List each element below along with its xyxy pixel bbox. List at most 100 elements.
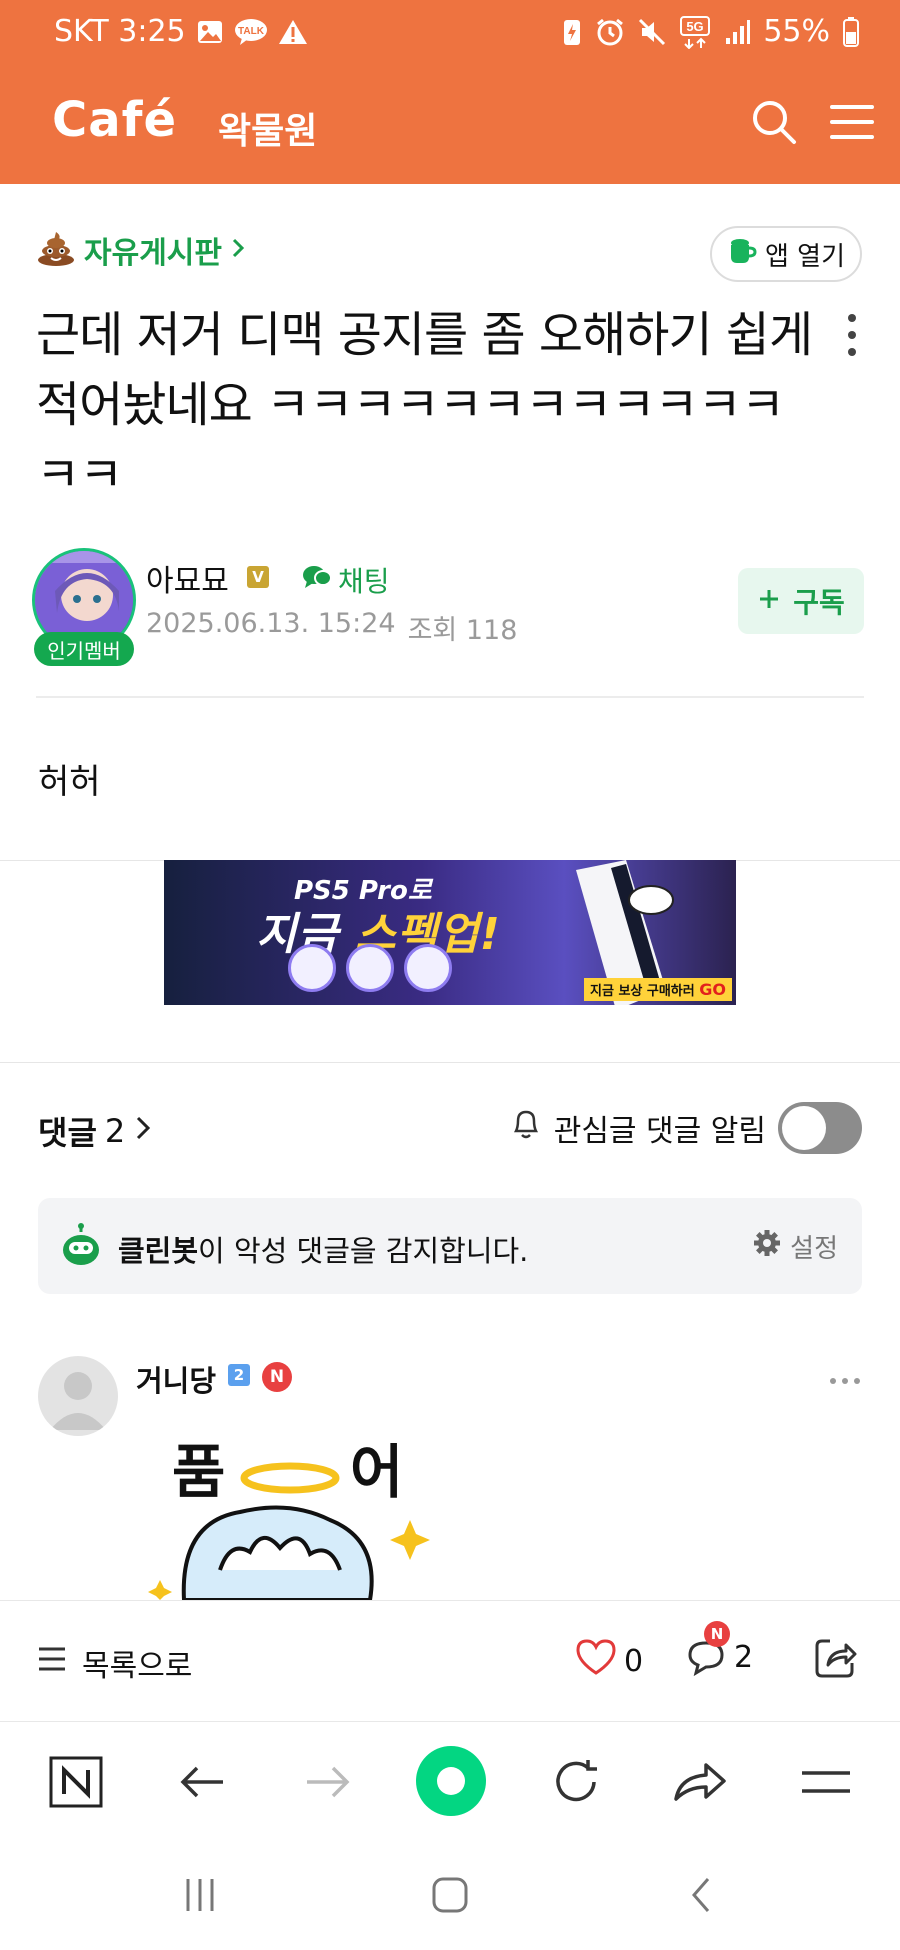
naver-green-dot-button[interactable] bbox=[414, 1744, 488, 1818]
svg-text:TALK: TALK bbox=[238, 26, 265, 37]
search-icon bbox=[753, 101, 796, 144]
cafe-name[interactable]: 왁물원 bbox=[218, 102, 317, 154]
bell-icon bbox=[510, 1107, 542, 1149]
status-bar: SKT 3:25 TALK 5G 55% bbox=[0, 0, 900, 70]
svg-text:5G: 5G bbox=[687, 19, 704, 34]
battery-icon bbox=[842, 16, 860, 48]
like-count: 0 bbox=[624, 1643, 644, 1679]
section-gap bbox=[0, 1005, 900, 1063]
banner-feature-icon bbox=[346, 944, 394, 992]
share-page-button[interactable] bbox=[668, 1750, 732, 1814]
comment-notify-row: 관심글 댓글 알림 bbox=[510, 1102, 862, 1154]
author-level-badge: V bbox=[247, 566, 269, 588]
ad-banner[interactable]: PS5 Pro로 지금 스펙업! 지금 보상 구매하러 GO bbox=[164, 860, 736, 1005]
chevron-right-icon bbox=[230, 236, 246, 264]
home-button[interactable] bbox=[420, 1870, 480, 1920]
chevron-left-icon bbox=[692, 1878, 710, 1912]
talk-icon: TALK bbox=[234, 18, 268, 46]
recents-icon bbox=[186, 1879, 214, 1911]
board-link[interactable]: 자유게시판 bbox=[36, 228, 246, 272]
naver-n-icon bbox=[49, 1756, 103, 1808]
arrow-right-icon bbox=[307, 1766, 350, 1798]
refresh-button[interactable] bbox=[544, 1750, 608, 1814]
comment-bubble-icon: N bbox=[684, 1621, 730, 1677]
cleanbot-settings-button[interactable]: 설정 bbox=[752, 1228, 838, 1265]
plus-icon bbox=[757, 585, 781, 618]
forward-share-icon bbox=[674, 1763, 726, 1801]
comment-button[interactable]: N 2 bbox=[684, 1621, 754, 1677]
post-body: 허허 bbox=[38, 762, 101, 802]
cleanbot-notice: 클린봇이 악성 댓글을 감지합니다. 설정 bbox=[38, 1198, 862, 1294]
cleanbot-icon bbox=[60, 1222, 102, 1272]
back-to-list-button[interactable]: 목록으로 bbox=[36, 1641, 192, 1685]
comment-new-badge: N bbox=[704, 1621, 730, 1647]
banner-feature-icon bbox=[288, 944, 336, 992]
subscribe-button[interactable]: 구독 bbox=[738, 568, 864, 634]
status-right: 5G 55% bbox=[561, 14, 860, 49]
home-icon bbox=[432, 1877, 468, 1913]
heart-icon bbox=[574, 1637, 618, 1685]
chat-bubble-icon bbox=[302, 564, 332, 597]
chat-button[interactable]: 채팅 bbox=[302, 560, 390, 600]
network-5g-icon: 5G bbox=[679, 15, 713, 49]
arrow-left-icon bbox=[180, 1766, 223, 1798]
cafe-logo[interactable]: Café bbox=[52, 92, 177, 148]
subscribe-label: 구독 bbox=[793, 586, 845, 619]
alarm-icon bbox=[595, 17, 625, 47]
post-title: 근데 저거 디맥 공지를 좀 오해하기 쉽게 적어놨네요 ㅋㅋㅋㅋㅋㅋㅋㅋㅋㅋㅋ… bbox=[36, 307, 813, 503]
cleanbot-text: 클린봇이 악성 댓글을 감지합니다. bbox=[118, 1234, 529, 1268]
banner-controller-icon bbox=[404, 944, 452, 992]
gallery-icon bbox=[196, 19, 224, 45]
naver-home-button[interactable] bbox=[44, 1750, 108, 1814]
status-left: SKT 3:25 TALK bbox=[54, 14, 308, 49]
share-icon bbox=[815, 1639, 857, 1678]
banner-cta[interactable]: 지금 보상 구매하러 GO bbox=[584, 978, 732, 1001]
browser-toolbar bbox=[0, 1722, 900, 1840]
open-app-label: 앱 열기 bbox=[764, 241, 846, 272]
divider bbox=[36, 696, 864, 698]
list-icon bbox=[36, 1645, 68, 1681]
commenter-name[interactable]: 거니당 bbox=[136, 1358, 216, 1400]
post-date: 2025.06.13. 15:24 bbox=[146, 608, 396, 639]
more-options-button[interactable] bbox=[840, 310, 864, 360]
new-badge: N bbox=[262, 1362, 292, 1392]
commenter-avatar[interactable] bbox=[38, 1356, 118, 1436]
battery-saver-icon bbox=[561, 17, 583, 47]
post-views: 조회 118 bbox=[407, 615, 518, 646]
comment-sticker: 품 어 bbox=[140, 1430, 450, 1600]
system-back-button[interactable] bbox=[672, 1870, 732, 1920]
browser-menu-button[interactable] bbox=[794, 1750, 858, 1814]
poop-icon bbox=[36, 230, 76, 270]
chat-label: 채팅 bbox=[338, 565, 390, 598]
recent-apps-button[interactable] bbox=[170, 1870, 230, 1920]
comments-title: 댓글 bbox=[38, 1114, 97, 1152]
search-button[interactable] bbox=[744, 92, 804, 152]
forward-button[interactable] bbox=[296, 1750, 360, 1814]
settings-label: 설정 bbox=[790, 1234, 838, 1264]
svg-text:어: 어 bbox=[350, 1438, 403, 1506]
author-name[interactable]: 아묘묘 bbox=[146, 556, 229, 600]
post-action-bar: 목록으로 0 N 2 bbox=[0, 1600, 900, 1722]
svg-text:품: 품 bbox=[172, 1438, 225, 1506]
like-button[interactable]: 0 bbox=[574, 1637, 643, 1685]
mute-icon bbox=[637, 17, 667, 47]
comment-notify-toggle[interactable] bbox=[778, 1102, 862, 1154]
gear-icon bbox=[752, 1228, 782, 1265]
list-label: 목록으로 bbox=[82, 1649, 193, 1684]
refresh-icon bbox=[556, 1760, 597, 1802]
open-app-button[interactable]: 앱 열기 bbox=[710, 226, 862, 282]
comment-count: 2 bbox=[734, 1639, 754, 1675]
cafe-app-icon bbox=[727, 237, 757, 272]
app-bar: Café 왁물원 bbox=[0, 80, 900, 164]
menu-button[interactable] bbox=[822, 92, 882, 152]
comment-more-button[interactable] bbox=[828, 1372, 862, 1391]
comments-count: 2 bbox=[104, 1112, 126, 1150]
share-button[interactable] bbox=[812, 1635, 858, 1685]
post-meta: 2025.06.13. 15:24 조회 118 bbox=[146, 608, 517, 647]
carrier-time: SKT 3:25 bbox=[54, 14, 186, 49]
system-navigation-bar bbox=[0, 1840, 900, 1950]
back-button[interactable] bbox=[170, 1750, 234, 1814]
hamburger-icon bbox=[802, 1771, 850, 1793]
board-name: 자유게시판 bbox=[84, 236, 222, 271]
comments-header[interactable]: 댓글 2 bbox=[38, 1108, 153, 1154]
